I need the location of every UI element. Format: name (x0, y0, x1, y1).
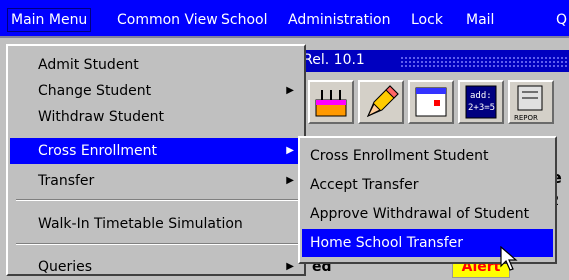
pencil-icon (366, 85, 399, 118)
menu-separator (16, 243, 298, 245)
triangle-right-icon: ▶ (286, 175, 294, 186)
menu-item-change-student[interactable]: Change Student ▶ (10, 78, 302, 104)
svg-text:add:: add: (470, 91, 492, 101)
menu-item-admit-student[interactable]: Admit Student (10, 52, 302, 78)
toolbar-calendar-button[interactable] (408, 80, 454, 124)
menu-bar: Main Menu Common View School Administrat… (0, 0, 569, 38)
cross-enrollment-submenu: Cross Enrollment Student Accept Transfer… (298, 136, 557, 264)
submenu-item-cross-enrollment-student[interactable]: Cross Enrollment Student (302, 142, 553, 170)
toolbar-pencil-button[interactable] (358, 80, 404, 124)
menu-administration[interactable]: Administration (288, 9, 390, 31)
menu-item-queries[interactable]: Queries ▶ (10, 254, 302, 280)
calculator-icon: add: 2+3=5 (465, 85, 497, 119)
menu-common-view[interactable]: Common View (117, 9, 218, 31)
menu-lock[interactable]: Lock (411, 9, 443, 31)
main-menu-dropdown: Admit Student Change Student ▶ Withdraw … (6, 44, 306, 276)
toolbar-calculator-button[interactable]: add: 2+3=5 (458, 80, 504, 124)
menu-item-walk-in-timetable-simulation[interactable]: Walk-In Timetable Simulation (10, 211, 302, 237)
menu-mail[interactable]: Mail (466, 9, 494, 31)
calendar-icon (415, 87, 447, 117)
triangle-right-icon: ▶ (286, 85, 294, 96)
menu-item-transfer[interactable]: Transfer ▶ (10, 168, 302, 194)
svg-text:REPOR: REPOR (514, 114, 538, 122)
menu-item-withdraw-student[interactable]: Withdraw Student (10, 104, 302, 130)
triangle-right-icon: ▶ (286, 261, 294, 272)
triangle-right-icon: ▶ (286, 145, 294, 156)
cake-icon (315, 90, 347, 117)
pointer-cursor-icon (500, 246, 518, 271)
menu-separator (16, 199, 298, 201)
pattern-strip (400, 56, 569, 68)
submenu-item-accept-transfer[interactable]: Accept Transfer (302, 171, 553, 199)
toolbar-report-button[interactable]: REPOR (508, 80, 554, 124)
menu-q[interactable]: Q (556, 9, 567, 31)
report-icon: REPOR (514, 85, 543, 122)
toolbar-cake-button[interactable] (308, 80, 354, 124)
menu-school[interactable]: School (221, 9, 267, 31)
menu-main[interactable]: Main Menu (6, 8, 92, 32)
svg-text:2+3=5: 2+3=5 (468, 103, 495, 113)
submenu-item-approve-withdrawal[interactable]: Approve Withdrawal of Student (302, 200, 553, 228)
menu-item-cross-enrollment[interactable]: Cross Enrollment ▶ (10, 138, 302, 164)
